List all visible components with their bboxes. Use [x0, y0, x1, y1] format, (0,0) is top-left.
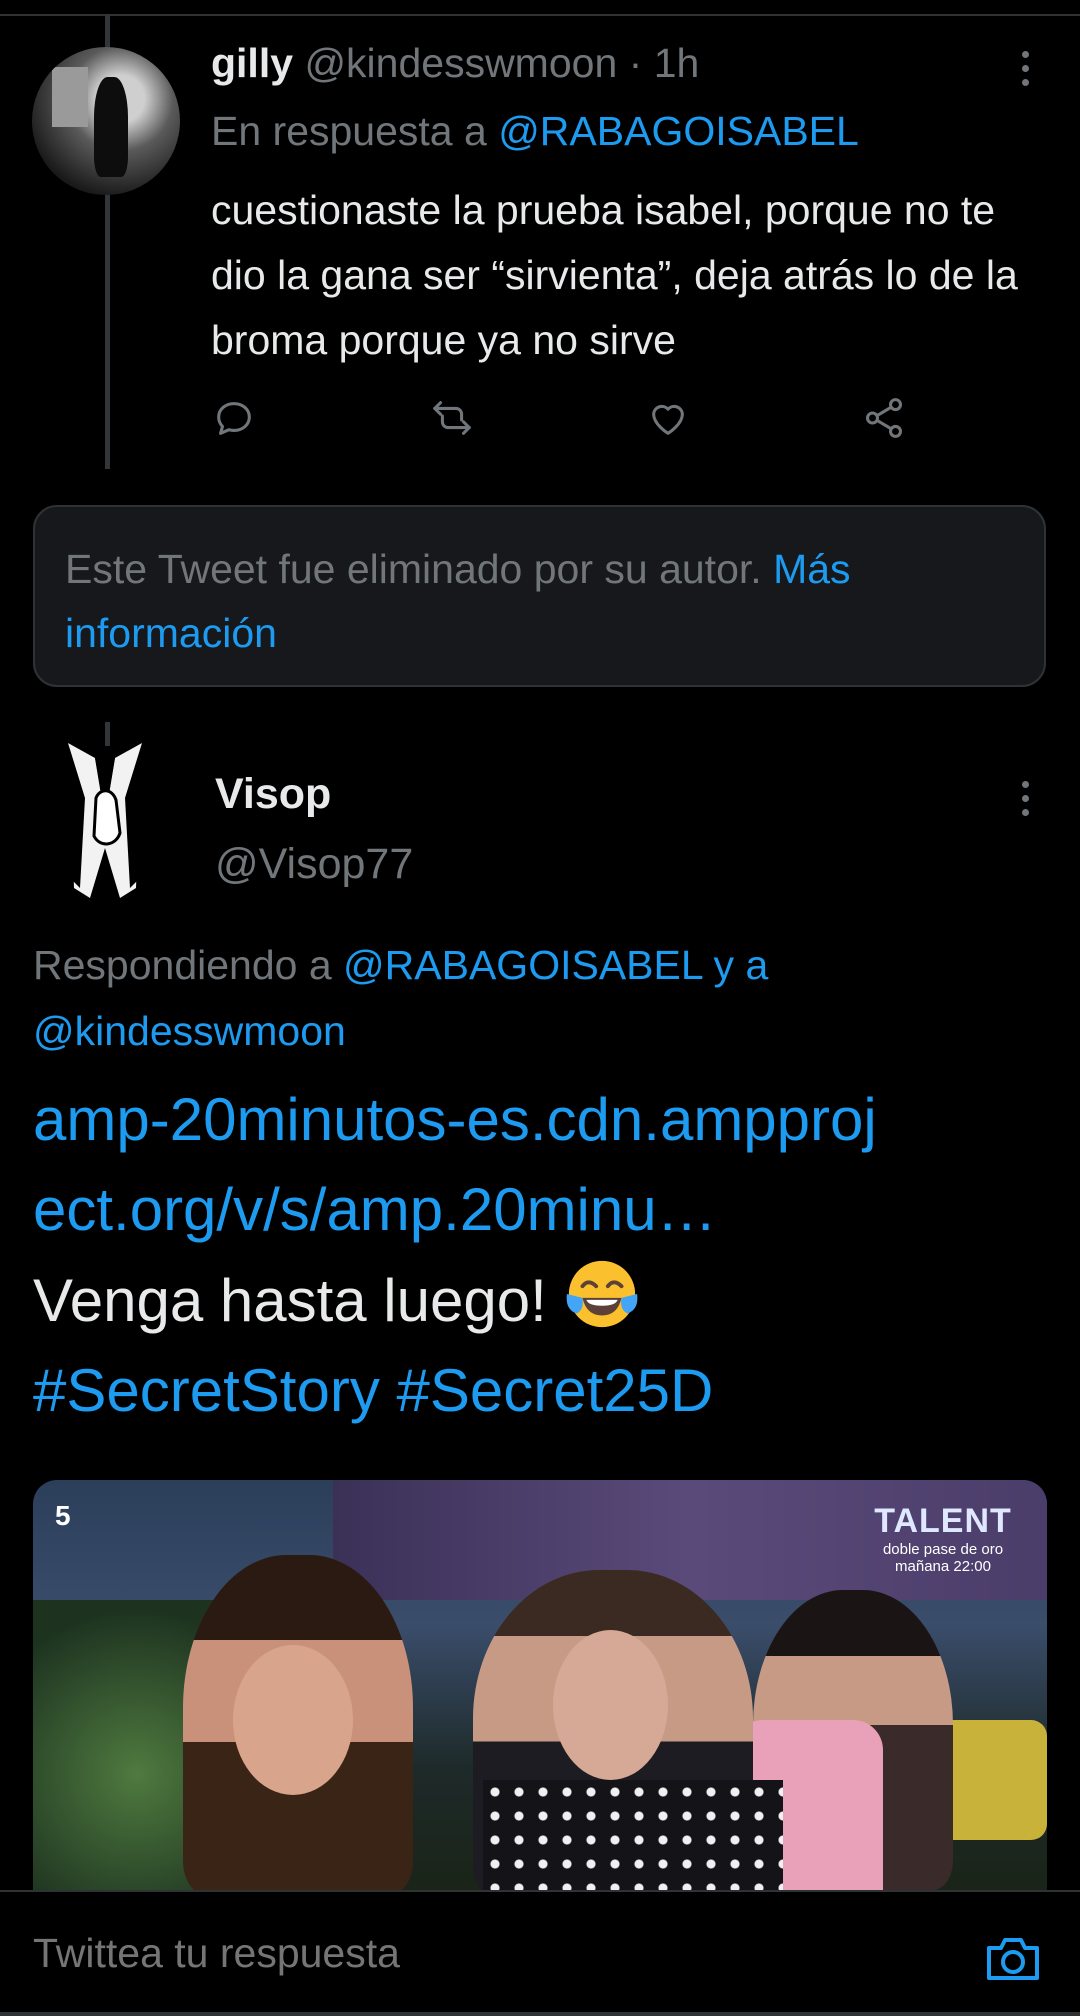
- camera-icon[interactable]: [985, 1934, 1041, 1984]
- deleted-text: Este Tweet fue eliminado por su autor.: [65, 546, 774, 592]
- more-options-icon[interactable]: [1015, 48, 1035, 88]
- reply-input[interactable]: [33, 1930, 933, 1977]
- reply-handle-link[interactable]: @RABAGOISABEL: [343, 942, 702, 988]
- url-line-2[interactable]: ect.org/v/s/amp.20minu…: [33, 1176, 717, 1243]
- reply-handle-link[interactable]: @RABAGOISABEL: [498, 108, 859, 154]
- talent-ad-overlay: TALENT doble pase de oro mañana 22:00: [863, 1502, 1023, 1575]
- tweet-text: amp-20minutos-es.cdn.ampproj ect.org/v/s/…: [33, 1075, 1063, 1436]
- url-line-1[interactable]: amp-20minutos-es.cdn.ampproj: [33, 1086, 877, 1153]
- tweet-header: gilly @kindesswmoon · 1h: [211, 40, 699, 87]
- hashtag-link[interactable]: #Secret25D: [397, 1357, 714, 1424]
- user-handle[interactable]: @kindesswmoon: [304, 40, 617, 86]
- user-handle[interactable]: @Visop77: [215, 840, 413, 889]
- reply-icon[interactable]: [211, 395, 257, 441]
- timestamp: · 1h: [628, 40, 700, 86]
- avatar[interactable]: [32, 47, 180, 195]
- display-name[interactable]: Visop: [215, 770, 331, 819]
- tweet-text: cuestionaste la prueba isabel, porque no…: [211, 187, 1018, 363]
- hashtag-link[interactable]: #SecretStory: [33, 1357, 380, 1424]
- reply-context: En respuesta a @RABAGOISABEL: [211, 108, 859, 155]
- channel-logo: 5: [55, 1500, 71, 1531]
- tweet-actions: [211, 395, 931, 441]
- ad-line-2: mañana 22:00: [895, 1558, 991, 1575]
- tweet-body-text: Venga hasta luego!: [33, 1267, 564, 1334]
- retweet-icon[interactable]: [429, 395, 475, 441]
- share-icon[interactable]: [861, 395, 907, 441]
- ad-title: TALENT: [874, 1502, 1012, 1540]
- ad-line-1: doble pase de oro: [882, 1541, 1004, 1558]
- url-link[interactable]: amp-20minutos-es.cdn.ampproj ect.org/v/s/…: [33, 1086, 877, 1243]
- reply-join[interactable]: y a: [702, 942, 769, 988]
- reply-prefix: Respondiendo a: [33, 942, 344, 988]
- reply-context: Respondiendo a @RABAGOISABEL y a @kindes…: [33, 932, 1043, 1064]
- reply-prefix: En respuesta a: [211, 108, 499, 154]
- like-heart-icon[interactable]: [645, 395, 691, 441]
- reply-handle-link[interactable]: @kindesswmoon: [33, 1008, 346, 1054]
- display-name[interactable]: gilly: [211, 40, 293, 86]
- tweet-media-image[interactable]: 5 TALENT doble pase de oro mañana 22:00: [33, 1480, 1047, 1890]
- bottom-divider: [0, 2012, 1080, 2016]
- deleted-tweet-notice: Este Tweet fue eliminado por su autor. M…: [33, 505, 1046, 687]
- laughing-tears-emoji-icon: [563, 1255, 641, 1333]
- avatar[interactable]: [40, 738, 170, 908]
- more-options-icon[interactable]: [1015, 778, 1035, 818]
- reply-composer-bar: [0, 1890, 1080, 2016]
- top-divider: [0, 14, 1080, 16]
